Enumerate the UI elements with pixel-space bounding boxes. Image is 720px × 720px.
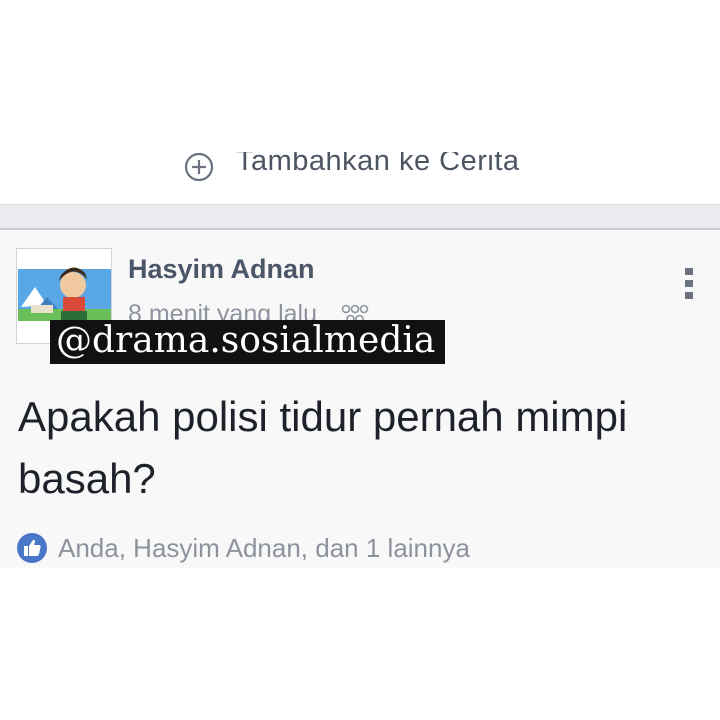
screenshot-page: Tambahkan ke Cerita Hasyim Adnan 8 menit… [0,0,720,720]
add-to-story-label: Tambahkan ke Cerita [236,152,520,177]
add-to-story-button[interactable]: Tambahkan ke Cerita [184,152,520,182]
like-icon [16,532,48,564]
reactions-summary[interactable]: Anda, Hasyim Adnan, dan 1 lainnya [16,532,470,564]
top-blank-area [0,0,720,152]
reactions-text: Anda, Hasyim Adnan, dan 1 lainnya [58,532,470,563]
feed-post: Hasyim Adnan 8 menit yang lalu @drama.so… [0,230,720,568]
feed-divider [0,204,720,230]
add-to-story-bar[interactable]: Tambahkan ke Cerita [0,152,720,204]
more-vertical-icon[interactable] [682,266,696,302]
post-body-text: Apakah polisi tidur pernah mimpi basah? [18,393,628,502]
author-name[interactable]: Hasyim Adnan [128,254,315,285]
plus-circle-icon [184,152,214,182]
watermark-overlay: @drama.sosialmedia [50,320,446,364]
